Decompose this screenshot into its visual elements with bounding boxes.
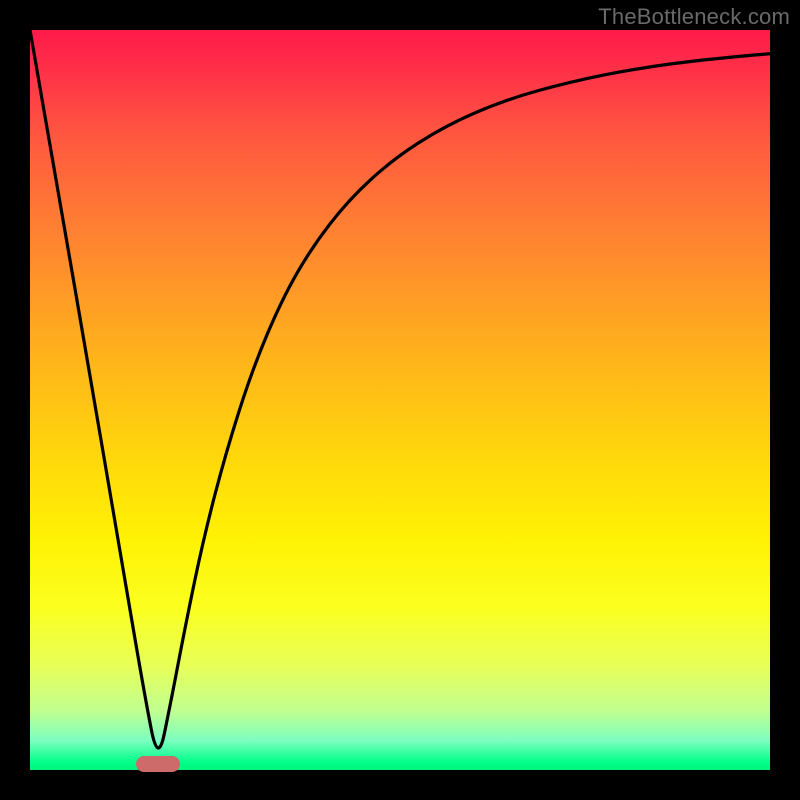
watermark-text: TheBottleneck.com — [598, 4, 790, 30]
plot-area — [30, 30, 770, 770]
optimum-marker — [136, 756, 180, 772]
chart-frame: TheBottleneck.com — [0, 0, 800, 800]
bottleneck-curve — [30, 30, 770, 770]
curve-path — [30, 30, 770, 748]
